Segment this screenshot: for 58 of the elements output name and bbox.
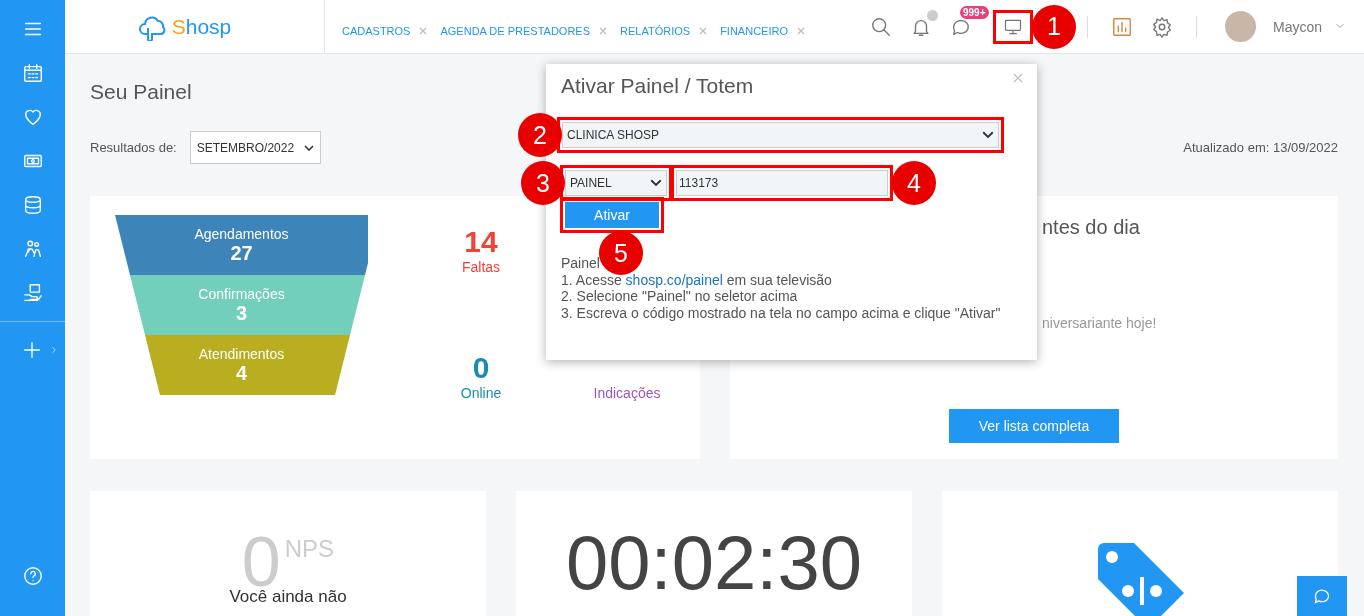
stat-value: 14: [464, 225, 498, 259]
month-select[interactable]: SETEMBRO/2022: [189, 131, 322, 164]
instructions-heading: Painel: [561, 255, 601, 272]
page-title: Seu Painel: [90, 80, 192, 104]
activate-button[interactable]: Ativar: [565, 202, 659, 228]
bar-chart-icon[interactable]: [1110, 15, 1133, 38]
stat-label: Faltas: [461, 259, 501, 275]
stat-label: Indicações: [593, 385, 661, 401]
stat-value: 0: [472, 351, 490, 385]
close-icon[interactable]: [419, 26, 428, 35]
stage-value: 4: [235, 361, 248, 385]
chat-icon: [1312, 587, 1332, 605]
type-select[interactable]: PAINEL: [565, 170, 667, 196]
user-avatar[interactable]: [1224, 11, 1256, 42]
clinic-select[interactable]: CLINICA SHOSP: [562, 122, 999, 148]
close-icon[interactable]: [599, 26, 608, 35]
module-tab[interactable]: CADASTROS: [342, 24, 411, 37]
full-list-button[interactable]: Ver lista completa: [949, 409, 1119, 443]
annotation-marker: 1: [1031, 4, 1076, 49]
filter-label: Resultados de:: [90, 140, 177, 155]
instruction-line: 3. Escreva o código mostrado na tela no campo acima e clique "Ativar": [561, 304, 1002, 321]
annotation-marker: 2: [518, 113, 562, 157]
chevron-icon: [304, 144, 315, 151]
notification-dot: [926, 9, 938, 21]
stage-value: 3: [235, 301, 248, 325]
search-icon[interactable]: [869, 15, 892, 38]
module-tab[interactable]: AGENDA DE PRESTADORES: [440, 24, 591, 37]
code-input-field[interactable]: 113173: [676, 170, 888, 196]
stage-label: Confirmações: [198, 285, 285, 302]
close-icon[interactable]: [1013, 73, 1023, 83]
instruction-line: 2. Selecione "Painel" no seletor acima: [561, 288, 799, 305]
stat-label: Online: [460, 385, 502, 401]
average-time: 00:02:30: [566, 525, 862, 601]
popup-title: Ativar Painel / Totem: [561, 74, 754, 98]
annotation-marker: 3: [521, 161, 565, 205]
stage-label: Agendamentos: [194, 225, 289, 242]
module-tab[interactable]: RELATÓRIOS: [620, 24, 691, 37]
chat-button[interactable]: [1297, 576, 1347, 616]
close-icon[interactable]: [796, 26, 805, 35]
card-title: ntes do dia: [1042, 216, 1141, 239]
logo-text[interactable]: Shosp: [171, 14, 232, 39]
user-name[interactable]: Maycon: [1272, 18, 1322, 35]
module-tab[interactable]: FINANCEIRO: [720, 24, 788, 37]
stage-value: 27: [230, 241, 253, 265]
annotation-marker: 4: [892, 161, 936, 205]
chevron-icon: [650, 179, 662, 187]
chevron-icon: [982, 131, 994, 139]
updated-date: Atualizado em: 13/09/2022: [1183, 140, 1338, 155]
nps-message: Você ainda não: [229, 587, 347, 607]
hand-box-icon[interactable]: [21, 282, 44, 304]
stage-label: Atendimentos: [198, 345, 285, 362]
annotation-marker: 5: [599, 231, 643, 275]
calendar-icon[interactable]: [21, 62, 44, 84]
close-icon[interactable]: [699, 26, 708, 35]
settings-icon[interactable]: [1150, 15, 1173, 38]
message-count: 999+: [959, 5, 989, 19]
empty-message: niversariante hoje!: [1042, 315, 1158, 331]
help-icon[interactable]: [21, 565, 44, 587]
